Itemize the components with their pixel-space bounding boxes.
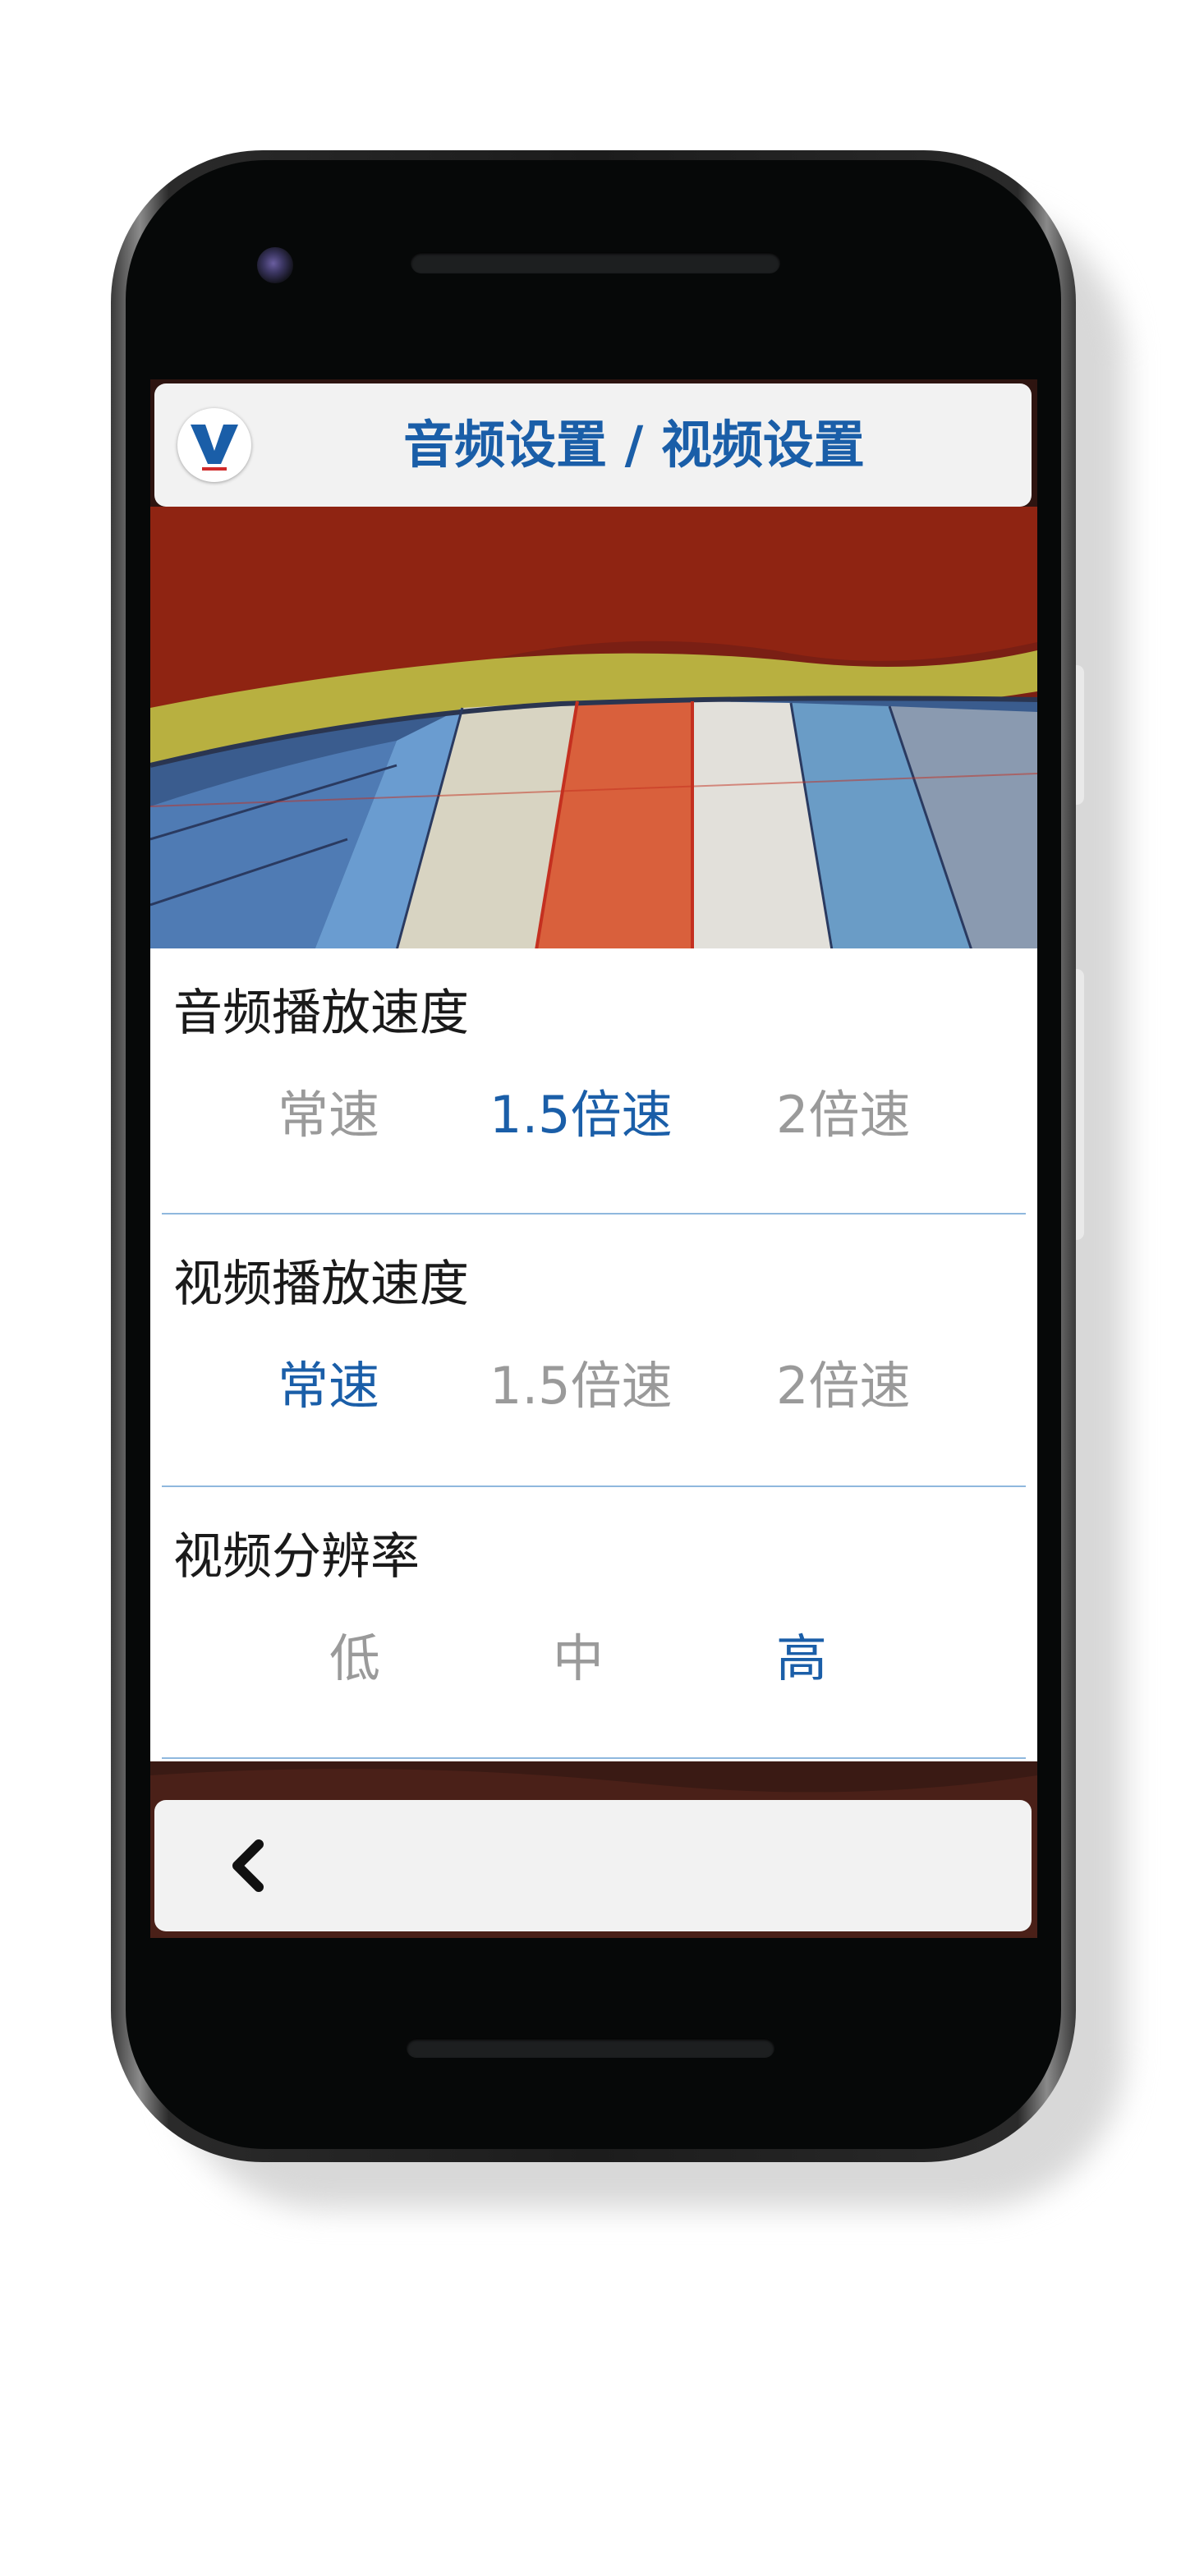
- resolution-option-low[interactable]: 低: [329, 1617, 380, 1691]
- earpiece-speaker: [411, 252, 780, 273]
- bottom-nav-bar: [154, 1800, 1032, 1931]
- v-logo-icon: [177, 408, 251, 482]
- divider: [162, 1757, 1026, 1759]
- bottom-speaker: [407, 2038, 774, 2058]
- audio-speed-option-normal[interactable]: 常速: [278, 1073, 379, 1147]
- audio-speed-option-1-5x[interactable]: 1.5倍速: [489, 1073, 673, 1147]
- video-resolution-section: 视频分辨率 低 中 高: [150, 1492, 1037, 1763]
- page-title: 音频设置 / 视频设置: [403, 415, 865, 475]
- divider: [162, 1485, 1026, 1487]
- front-camera-icon: [257, 247, 293, 283]
- back-button[interactable]: [216, 1833, 282, 1899]
- video-speed-option-1-5x[interactable]: 1.5倍速: [489, 1344, 673, 1418]
- app-header: 音频设置 / 视频设置: [154, 383, 1032, 507]
- resolution-option-high[interactable]: 高: [776, 1617, 827, 1691]
- page: 音频设置 / 视频设置 音频播放速度 常速 1.5倍速 2倍速 视频播放速度 常…: [0, 0, 1204, 2576]
- chevron-left-icon: [232, 1839, 264, 1892]
- audio-speed-section: 音频播放速度 常速 1.5倍速 2倍速: [150, 948, 1037, 1219]
- video-speed-section: 视频播放速度 常速 1.5倍速 2倍速: [150, 1219, 1037, 1490]
- section-title: 音频播放速度: [173, 985, 469, 1042]
- settings-panel: 音频播放速度 常速 1.5倍速 2倍速 视频播放速度 常速 1.5倍速 2倍速 …: [150, 948, 1037, 1761]
- section-title: 视频播放速度: [173, 1256, 469, 1313]
- section-title: 视频分辨率: [173, 1528, 420, 1586]
- video-speed-option-2x[interactable]: 2倍速: [776, 1344, 910, 1418]
- resolution-option-medium[interactable]: 中: [553, 1617, 604, 1691]
- divider: [162, 1213, 1026, 1215]
- audio-speed-option-2x[interactable]: 2倍速: [776, 1073, 910, 1147]
- app-screen: 音频设置 / 视频设置 音频播放速度 常速 1.5倍速 2倍速 视频播放速度 常…: [150, 379, 1037, 1938]
- video-speed-option-normal[interactable]: 常速: [278, 1344, 379, 1418]
